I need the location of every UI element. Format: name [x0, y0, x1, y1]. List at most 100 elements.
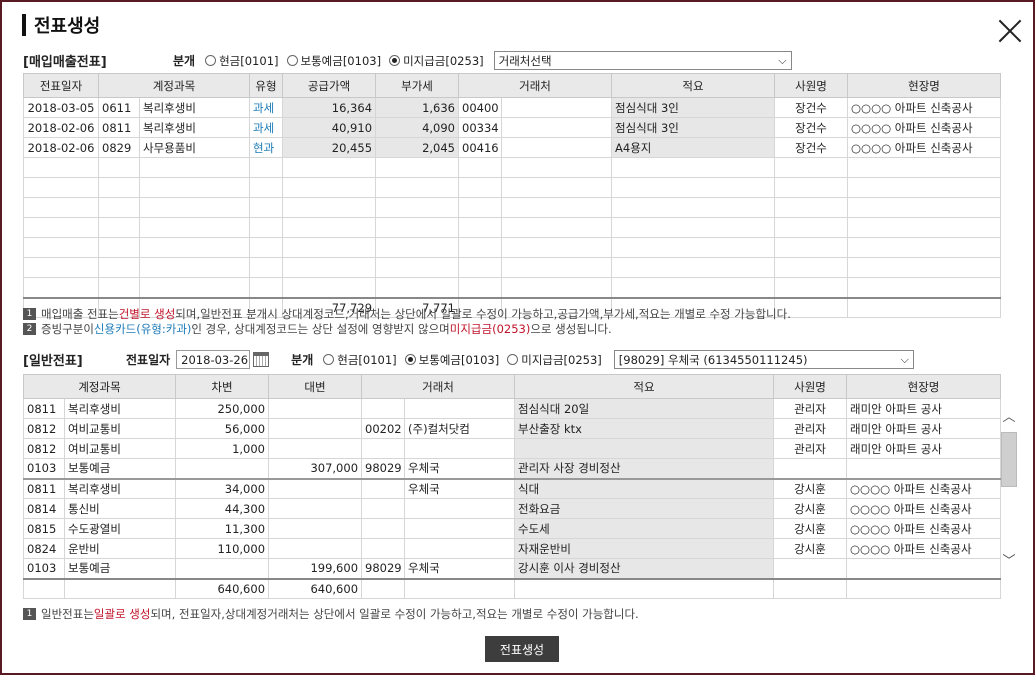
account-name-cell — [138, 257, 251, 278]
table-row[interactable]: 0103 보통예금 307,000 98029 우체국 관리자 사장 경비정산 — [23, 458, 1002, 479]
site-cell — [847, 157, 1002, 178]
scroll-track[interactable] — [1001, 426, 1017, 554]
account-code-cell: 0103 — [23, 458, 65, 479]
close-icon[interactable] — [997, 18, 1023, 44]
partner-code-cell — [458, 277, 503, 298]
total-blank-cell — [361, 577, 406, 599]
staff-cell — [774, 157, 849, 178]
table-row[interactable]: 0814 통신비 44,300 전화요금 강시훈 ○○○○ 아파트 신축공사 — [23, 498, 1002, 519]
site-cell — [847, 237, 1002, 258]
table-row[interactable]: 0811 복리후생비 34,000 우체국 식대 강시훈 ○○○○ 아파트 신축공사 — [23, 477, 1002, 499]
scroll-thumb[interactable] — [1001, 432, 1017, 487]
partner-name-cell — [501, 137, 613, 158]
table-row[interactable] — [23, 257, 1002, 278]
total-blank-cell — [847, 296, 1002, 318]
site-cell — [846, 558, 1002, 579]
table-row[interactable] — [23, 277, 1002, 298]
date-cell — [23, 217, 99, 238]
table-row[interactable] — [23, 157, 1002, 178]
table-row[interactable]: 0812 여비교통비 56,000 00202 (주)컬처닷컴 부산출장 ktx 관리자 래미… — [23, 418, 1002, 439]
vat-cell — [375, 277, 460, 298]
table-row[interactable]: 0824 운반비 110,000 자재운반비 강시훈 ○○○○ 아파트 신축공사 — [23, 538, 1002, 559]
date-cell — [23, 277, 99, 298]
site-cell — [847, 257, 1002, 278]
total-blank-cell — [846, 577, 1002, 599]
credit-cell — [268, 438, 363, 459]
table-row[interactable] — [23, 177, 1002, 198]
table-row[interactable]: 0811 복리후생비 250,000 점심식대 20일 관리자 래미안 아파트 공사 — [23, 398, 1002, 419]
partner-name-cell — [501, 117, 613, 138]
table-row[interactable]: 0812 여비교통비 1,000 관리자 래미안 아파트 공사 — [23, 438, 1002, 459]
partner-name-cell — [501, 97, 613, 118]
dialog-title: 전표생성 — [34, 16, 101, 37]
purchase-toolbar: [매입매출전표] 분개 현금[0101] 보통예금[0103] 미지급금[025… — [23, 51, 792, 70]
col-type: 유형 — [249, 73, 284, 98]
dialog-header: 전표생성 — [22, 12, 100, 38]
general-radio-cash[interactable]: 현금[0101] — [323, 352, 397, 368]
col-partner: 거래처 — [361, 374, 516, 399]
total-blank-cell — [514, 577, 775, 599]
account-code-cell: 0815 — [23, 518, 65, 539]
purchase-partner-select[interactable]: 거래처선택 ⌵ — [493, 51, 792, 70]
account-name-cell: 복리후생비 — [63, 398, 177, 419]
table-row[interactable] — [23, 217, 1002, 238]
credit-cell: 199,600 — [268, 558, 363, 579]
memo-cell: 전화요금 — [514, 498, 775, 519]
table-row[interactable]: 0815 수도광열비 11,300 수도세 강시훈 ○○○○ 아파트 신축공사 — [23, 518, 1002, 539]
scroll-up-icon[interactable]: ︿ — [1000, 410, 1018, 426]
purchase-radio-deposit[interactable]: 보통예금[0103] — [286, 53, 381, 69]
memo-cell: 점심식대 3인 — [611, 117, 776, 138]
type-cell[interactable]: 과세 — [249, 97, 284, 118]
partner-name-cell: (주)컬처닷컴 — [404, 418, 516, 439]
table-row[interactable]: 2018-02-06 0829 사무용품비 현과 20,455 2,045 00416 A4용… — [23, 137, 1002, 158]
type-cell[interactable]: 현과 — [249, 137, 284, 158]
credit-cell — [268, 498, 363, 519]
purchase-radio-payable[interactable]: 미지급금[0253] — [389, 53, 484, 69]
site-cell: ○○○○ 아파트 신축공사 — [846, 518, 1002, 539]
staff-cell — [774, 217, 849, 238]
table-row[interactable] — [23, 197, 1002, 218]
table-row[interactable]: 0103 보통예금 199,600 98029 우체국 강시훈 이사 경비정산 — [23, 558, 1002, 579]
account-name-cell — [138, 277, 251, 298]
partner-code-cell: 00334 — [458, 117, 503, 138]
partner-name-cell — [501, 157, 613, 178]
date-cell — [23, 257, 99, 278]
partner-name-cell — [501, 217, 613, 238]
general-radio-payable[interactable]: 미지급금[0253] — [507, 352, 602, 368]
calendar-icon[interactable] — [253, 352, 270, 367]
generate-voucher-button[interactable]: 전표생성 — [485, 636, 559, 662]
general-scrollbar[interactable]: ︿ ﹀ — [1000, 410, 1018, 570]
supply-cell: 20,455 — [282, 137, 377, 158]
col-supply: 공급가액 — [282, 73, 377, 98]
partner-code-cell: 00202 — [361, 418, 406, 439]
account-code-cell — [98, 277, 140, 298]
general-radio-deposit[interactable]: 보통예금[0103] — [404, 352, 499, 368]
date-cell — [23, 237, 99, 258]
total-blank-cell — [773, 577, 848, 599]
vat-cell: 4,090 — [375, 117, 460, 138]
purchase-table: 전표일자 계정과목 유형 공급가액 부가세 거래처 적요 사원명 현장명 201… — [23, 73, 1002, 318]
purchase-note-1: 1 매입매출 전표는 건별로 생성 되며,일반전표 분개시 상대계정코드,거래처는… — [23, 306, 791, 322]
account-name-cell: 운반비 — [63, 538, 177, 559]
general-partner-select[interactable]: [98029] 우체국 (6134550111245) ⌵ — [613, 350, 914, 369]
general-date-input[interactable]: 2018-03-26 — [176, 350, 251, 369]
vat-cell — [375, 257, 460, 278]
staff-cell: 장건수 — [774, 117, 849, 138]
partner-name-cell — [501, 177, 613, 198]
account-code-cell: 0611 — [98, 97, 140, 118]
type-cell[interactable]: 과세 — [249, 117, 284, 138]
chevron-down-icon: ⌵ — [900, 352, 909, 366]
partner-name-cell — [404, 438, 516, 459]
account-name-cell — [138, 237, 251, 258]
purchase-radio-cash[interactable]: 현금[0101] — [205, 53, 279, 69]
table-row[interactable]: 2018-03-05 0611 복리후생비 과세 16,364 1,636 00400 점심식… — [23, 97, 1002, 118]
staff-cell: 강시훈 — [773, 518, 848, 539]
total-credit-cell: 640,600 — [268, 577, 363, 599]
scroll-down-icon[interactable]: ﹀ — [1000, 554, 1018, 570]
general-total-row: 640,600 640,600 — [23, 577, 1002, 599]
account-name-cell: 보통예금 — [63, 458, 177, 479]
table-row[interactable] — [23, 237, 1002, 258]
partner-code-cell — [458, 157, 503, 178]
table-row[interactable]: 2018-02-06 0811 복리후생비 과세 40,910 4,090 00334 점심식… — [23, 117, 1002, 138]
staff-cell — [774, 197, 849, 218]
